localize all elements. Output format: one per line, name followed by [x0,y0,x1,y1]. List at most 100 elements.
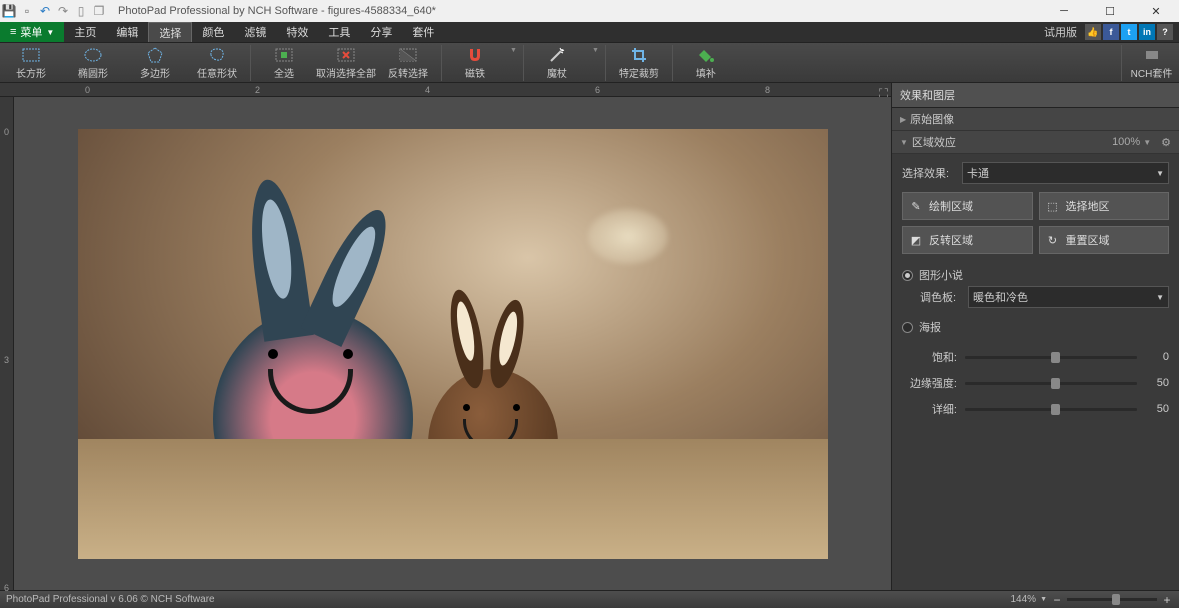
qat-save-icon[interactable]: 💾 [0,2,18,20]
select-region-button[interactable]: ⬚ 选择地区 [1039,192,1170,220]
slider-saturation: 饱和: 0 [902,344,1169,370]
reset-icon: ↻ [1046,233,1060,247]
radio-graphic-novel[interactable]: 图形小说 [902,264,1169,286]
wand-dropdown[interactable]: ▼ [588,47,603,54]
expand-arrow-icon: ▶ [900,115,906,124]
opacity-value: 100% [1112,136,1140,148]
linkedin-icon[interactable]: in [1139,24,1155,40]
qat-open-icon[interactable]: ▯ [72,2,90,20]
qat-undo-icon[interactable]: ↶ [36,2,54,20]
fill-icon [697,46,715,64]
brush-icon: ✎ [909,199,923,213]
detail-slider[interactable] [965,408,1137,411]
zoom-in-button[interactable]: + [1161,593,1173,607]
menu-tab-kit[interactable]: 套件 [402,22,444,42]
menu-tab-share[interactable]: 分享 [360,22,402,42]
rabbit-large [213,309,413,529]
lasso-icon [208,46,226,64]
tool-rectangle[interactable]: 长方形 [0,46,62,80]
rabbit-small [428,369,558,519]
maximize-button[interactable]: ☐ [1087,0,1133,22]
qat-copy-icon[interactable]: ❐ [90,2,108,20]
invert-region-button[interactable]: ◩ 反转区域 [902,226,1033,254]
section-original[interactable]: ▶ 原始图像 [892,108,1179,131]
select-icon: ⬚ [1046,199,1060,213]
saturation-slider[interactable] [965,356,1137,359]
draw-region-button[interactable]: ✎ 绘制区域 [902,192,1033,220]
menu-icon: ≡ [10,26,16,38]
reset-region-button[interactable]: ↻ 重置区域 [1039,226,1170,254]
tool-ellipse[interactable]: 椭圆形 [62,46,124,80]
radio-checked-icon [902,270,913,281]
tool-crop[interactable]: 特定裁剪 [608,46,670,80]
palette-label: 调色板: [920,289,968,305]
rectangle-icon [22,46,40,64]
menu-tab-select[interactable]: 选择 [148,22,192,42]
canvas-viewport[interactable] [14,97,891,590]
tool-polygon[interactable]: 多边形 [124,46,186,80]
polygon-icon [146,46,164,64]
slider-detail: 详细: 50 [902,396,1169,422]
zoom-out-button[interactable]: − [1051,593,1063,607]
effects-panel: 效果和图层 ▶ 原始图像 ▼ 区域效应 100% ▼ ⚙ 选择效果: 卡通 ▼ … [891,83,1179,590]
panel-title: 效果和图层 [892,83,1179,108]
close-button[interactable]: ✕ [1133,0,1179,22]
tool-invert[interactable]: 反转选择 [377,46,439,80]
main-menu-button[interactable]: ≡ 菜单 ▼ [0,22,64,42]
tool-magnet[interactable]: 磁铁 [444,46,506,80]
menu-tab-tool[interactable]: 工具 [318,22,360,42]
help-icon[interactable]: ? [1157,24,1173,40]
nch-icon [1143,46,1161,64]
zoom-slider[interactable] [1067,598,1157,601]
status-text: PhotoPad Professional v 6.06 © NCH Softw… [6,594,215,605]
zoom-dropdown[interactable]: ▼ [1040,596,1047,603]
menu-tab-filter[interactable]: 滤镜 [234,22,276,42]
magnet-dropdown[interactable]: ▼ [506,47,521,54]
qat-redo-icon[interactable]: ↷ [54,2,72,20]
twitter-icon[interactable]: t [1121,24,1137,40]
invert-icon [399,46,417,64]
canvas-area: 0 2 4 6 8 ⛶ 0 3 6 [0,83,891,590]
ellipse-icon [84,46,102,64]
chevron-down-icon: ▼ [1156,293,1164,302]
menu-bar: ≡ 菜单 ▼ 主页 编辑 选择 颜色 滤镜 特效 工具 分享 套件 试用版 👍 … [0,22,1179,43]
radio-unchecked-icon [902,322,913,333]
status-bar: PhotoPad Professional v 6.06 © NCH Softw… [0,590,1179,608]
ruler-vertical: 0 3 6 [0,97,14,590]
tool-wand[interactable]: 魔杖 [526,46,588,80]
tool-deselect[interactable]: 取消选择全部 [315,46,377,80]
effect-select[interactable]: 卡通 ▼ [962,162,1169,184]
edge-slider[interactable] [965,382,1137,385]
minimize-button[interactable]: ─ [1041,0,1087,22]
ruler-horizontal: 0 2 4 6 8 ⛶ [0,83,891,97]
menu-tab-edit[interactable]: 编辑 [106,22,148,42]
background-light [588,209,668,264]
ribbon-toolbar: 长方形 椭圆形 多边形 任意形状 全选 取消选择全部 反转选择 磁铁 ▼ 魔杖 … [0,43,1179,83]
menu-tab-color[interactable]: 颜色 [192,22,234,42]
nch-suite-button[interactable]: NCH套件 [1124,46,1179,80]
tool-lasso[interactable]: 任意形状 [186,46,248,80]
select-all-icon [275,46,293,64]
image-canvas[interactable] [78,129,828,559]
tool-select-all[interactable]: 全选 [253,46,315,80]
deselect-icon [337,46,355,64]
collapse-arrow-icon: ▼ [900,138,908,147]
menu-tab-effect[interactable]: 特效 [276,22,318,42]
chevron-down-icon[interactable]: ▼ [1143,138,1151,147]
tool-fill[interactable]: 填补 [675,46,737,80]
like-icon[interactable]: 👍 [1085,24,1101,40]
palette-select[interactable]: 暖色和冷色 ▼ [968,286,1169,308]
menu-tab-home[interactable]: 主页 [64,22,106,42]
magnet-icon [466,46,484,64]
radio-poster[interactable]: 海报 [902,316,1169,338]
window-title: PhotoPad Professional by NCH Software - … [118,5,436,17]
section-region-effect[interactable]: ▼ 区域效应 100% ▼ ⚙ [892,131,1179,154]
title-bar: 💾 ▫ ↶ ↷ ▯ ❐ PhotoPad Professional by NCH… [0,0,1179,22]
chevron-down-icon: ▼ [1156,169,1164,178]
gear-icon[interactable]: ⚙ [1161,136,1171,149]
wand-icon [548,46,566,64]
facebook-icon[interactable]: f [1103,24,1119,40]
crop-icon [630,46,648,64]
zoom-value: 144% [1010,594,1036,605]
qat-new-icon[interactable]: ▫ [18,2,36,20]
